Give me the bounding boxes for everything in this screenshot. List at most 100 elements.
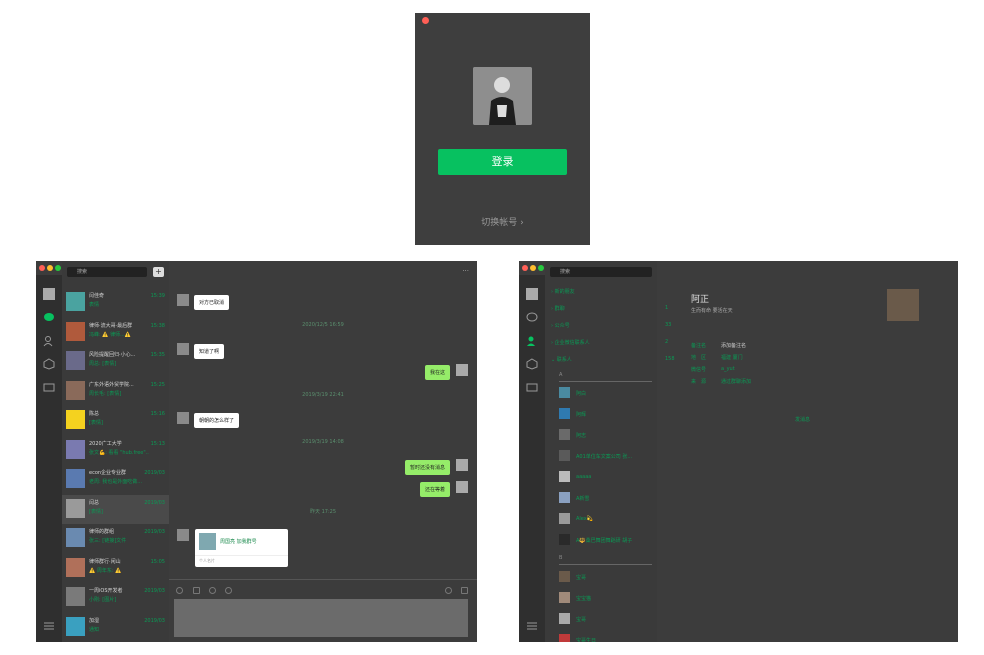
conversation-avatar	[66, 528, 85, 547]
conversation-item[interactable]: 加湿 通知 2019/03	[62, 613, 169, 642]
maximize-window-button[interactable]	[538, 265, 544, 271]
card-title: 周国亮 加我群号	[220, 539, 257, 545]
contact-group[interactable]: › 新的朋友	[545, 288, 657, 300]
contact-name: Alex💫	[576, 516, 593, 522]
contacts-icon[interactable]	[43, 335, 55, 347]
contact-item[interactable]: Alex💫	[559, 513, 652, 527]
conversation-item[interactable]: 律师的群组 张三: [链接]文件 2019/03	[62, 524, 169, 553]
chat-window: 搜索 + 闫佳奇 表情 15:39 律师·流大哥·最后群 冯峰: ⚠️ 律师...⚠️ 1…	[36, 261, 477, 642]
contact-item[interactable]: 宝哥	[559, 571, 652, 585]
contact-item[interactable]: A新雪	[559, 492, 652, 506]
close-window-button[interactable]	[422, 17, 429, 24]
contact-group-label: › 企业微信联系人	[551, 340, 590, 346]
conversation-time: 2019/03	[144, 617, 165, 624]
conversation-snippet: 张文💪: 看看 "hub.free"...	[89, 449, 149, 456]
conversation-item[interactable]: 2020广工大学 张文💪: 看看 "hub.free"... 15:13	[62, 436, 169, 465]
conversation-item[interactable]: 闫总 [表情] 2019/03	[62, 494, 169, 524]
minimize-window-button[interactable]	[530, 265, 536, 271]
contact-item[interactable]: 宝宝猫	[559, 592, 652, 606]
switch-account-link[interactable]: 切换帐号 ›	[415, 215, 590, 228]
login-button[interactable]: 登录	[438, 149, 567, 175]
menu-icon[interactable]	[526, 620, 538, 632]
scissors-icon[interactable]	[209, 587, 216, 594]
chat-icon[interactable]	[43, 311, 55, 323]
conversation-time: 2019/03	[144, 588, 165, 594]
minimize-window-button[interactable]	[47, 265, 53, 271]
conversation-avatar	[66, 557, 85, 577]
maximize-window-button[interactable]	[55, 265, 61, 271]
conversation-snippet: 周总: [表情]	[89, 361, 117, 367]
chat-history-icon[interactable]	[225, 587, 232, 594]
close-window-button[interactable]	[39, 265, 45, 271]
conversation-item[interactable]: 风险提醒回归·小心... 周总: [表情] 15:35	[62, 347, 169, 376]
contacts-icon[interactable]	[526, 335, 538, 347]
conversation-item[interactable]: 一周iOS开发者 小刚: [图片] 2019/03	[62, 583, 169, 612]
contact-group-count: 1	[665, 305, 669, 311]
folder-icon[interactable]	[526, 381, 538, 393]
contact-item[interactable]: 宝哥生日	[559, 634, 652, 642]
conversation-item[interactable]: 闫佳奇 表情 15:39	[62, 288, 169, 317]
send-message-button[interactable]: 发消息	[795, 416, 810, 423]
contact-item[interactable]: 宝哥	[559, 613, 652, 627]
favorites-icon[interactable]	[43, 358, 55, 370]
contact-name: 宝哥生日	[576, 638, 597, 642]
conversation-item[interactable]: 陈总 [表情] 15:16	[62, 406, 169, 435]
my-avatar	[456, 481, 468, 493]
add-button[interactable]: +	[153, 267, 164, 277]
conversation-item[interactable]: 广东外语外贸学院... 周长毛: [表情] 15:25	[62, 377, 169, 406]
search-input[interactable]: 搜索	[550, 267, 652, 277]
contact-avatar	[559, 613, 570, 624]
contact-item[interactable]: 阿白	[559, 387, 652, 401]
contact-group[interactable]: › 群聊 1	[545, 305, 668, 317]
conversation-item[interactable]: 律师·流大哥·最后群 冯峰: ⚠️ 律师...⚠️ 15:38	[62, 318, 169, 347]
conversation-avatar	[66, 351, 85, 370]
contact-avatar	[559, 450, 570, 461]
conversation-name: 广东外语外贸学院...	[89, 381, 134, 388]
conversation-snippet: 小刚: [图片]	[89, 597, 117, 603]
contact-group[interactable]: › 企业微信联系人 2	[545, 339, 668, 351]
contact-item[interactable]: 阿志	[559, 429, 652, 443]
folder-icon[interactable]	[43, 381, 55, 393]
contact-group[interactable]: ⌄ 联系人 158	[545, 356, 675, 368]
contact-card-message[interactable]: 周国亮 加我群号 个人名片	[195, 529, 288, 567]
detail-value[interactable]: 添加备注名	[721, 342, 746, 349]
search-input[interactable]: 搜索	[67, 267, 147, 277]
contact-item[interactable]: 阿辉	[559, 408, 652, 422]
contact-group-label: ⌄ 联系人	[551, 357, 572, 363]
more-options-button[interactable]: ···	[462, 267, 469, 275]
profile-avatar[interactable]	[526, 288, 538, 300]
conversation-time: 15:25	[150, 381, 165, 388]
contact-name: A新雪	[576, 496, 590, 502]
my-avatar	[456, 459, 468, 471]
contact-item[interactable]: aaaaa	[559, 471, 652, 485]
menu-icon[interactable]	[43, 620, 55, 632]
phone-icon[interactable]	[445, 587, 452, 594]
conversation-time: 15:05	[150, 558, 165, 565]
favorites-icon[interactable]	[526, 358, 538, 370]
close-window-button[interactable]	[522, 265, 528, 271]
conversation-item[interactable]: 律师群行·闲山 ⚠️ 周年东: ⚠️ 15:05	[62, 554, 169, 583]
detail-label: 备注名	[691, 343, 707, 349]
emoji-icon[interactable]	[176, 587, 183, 594]
chat-icon[interactable]	[526, 311, 538, 323]
detail-value: 福建 厦门	[721, 355, 743, 361]
profile-avatar[interactable]	[43, 288, 55, 300]
contact-avatar	[177, 412, 189, 424]
contact-avatar	[559, 534, 570, 545]
conversation-item[interactable]: econ企业专业群 老周: 我也是外面吃做... 2019/03	[62, 465, 169, 494]
file-icon[interactable]	[193, 587, 200, 594]
contact-avatar	[559, 429, 570, 440]
conversation-snippet: [表情]	[89, 420, 103, 426]
conversation-avatar	[66, 321, 85, 341]
contact-avatar	[559, 408, 570, 419]
contact-item[interactable]: A🔱桑巴舞团舞蹈研 胡子	[559, 534, 652, 548]
contact-group[interactable]: › 公众号 33	[545, 322, 671, 334]
contact-group-count: 33	[665, 322, 672, 328]
conversation-snippet: 表情	[89, 302, 100, 308]
video-call-icon[interactable]	[461, 587, 468, 594]
contact-name: 阿白	[576, 391, 587, 397]
message-input[interactable]	[174, 599, 468, 637]
contact-item[interactable]: A01单位车文案公司 张...	[559, 450, 652, 464]
contact-name: 宝哥	[576, 575, 587, 581]
detail-value: a_yut	[721, 366, 735, 372]
